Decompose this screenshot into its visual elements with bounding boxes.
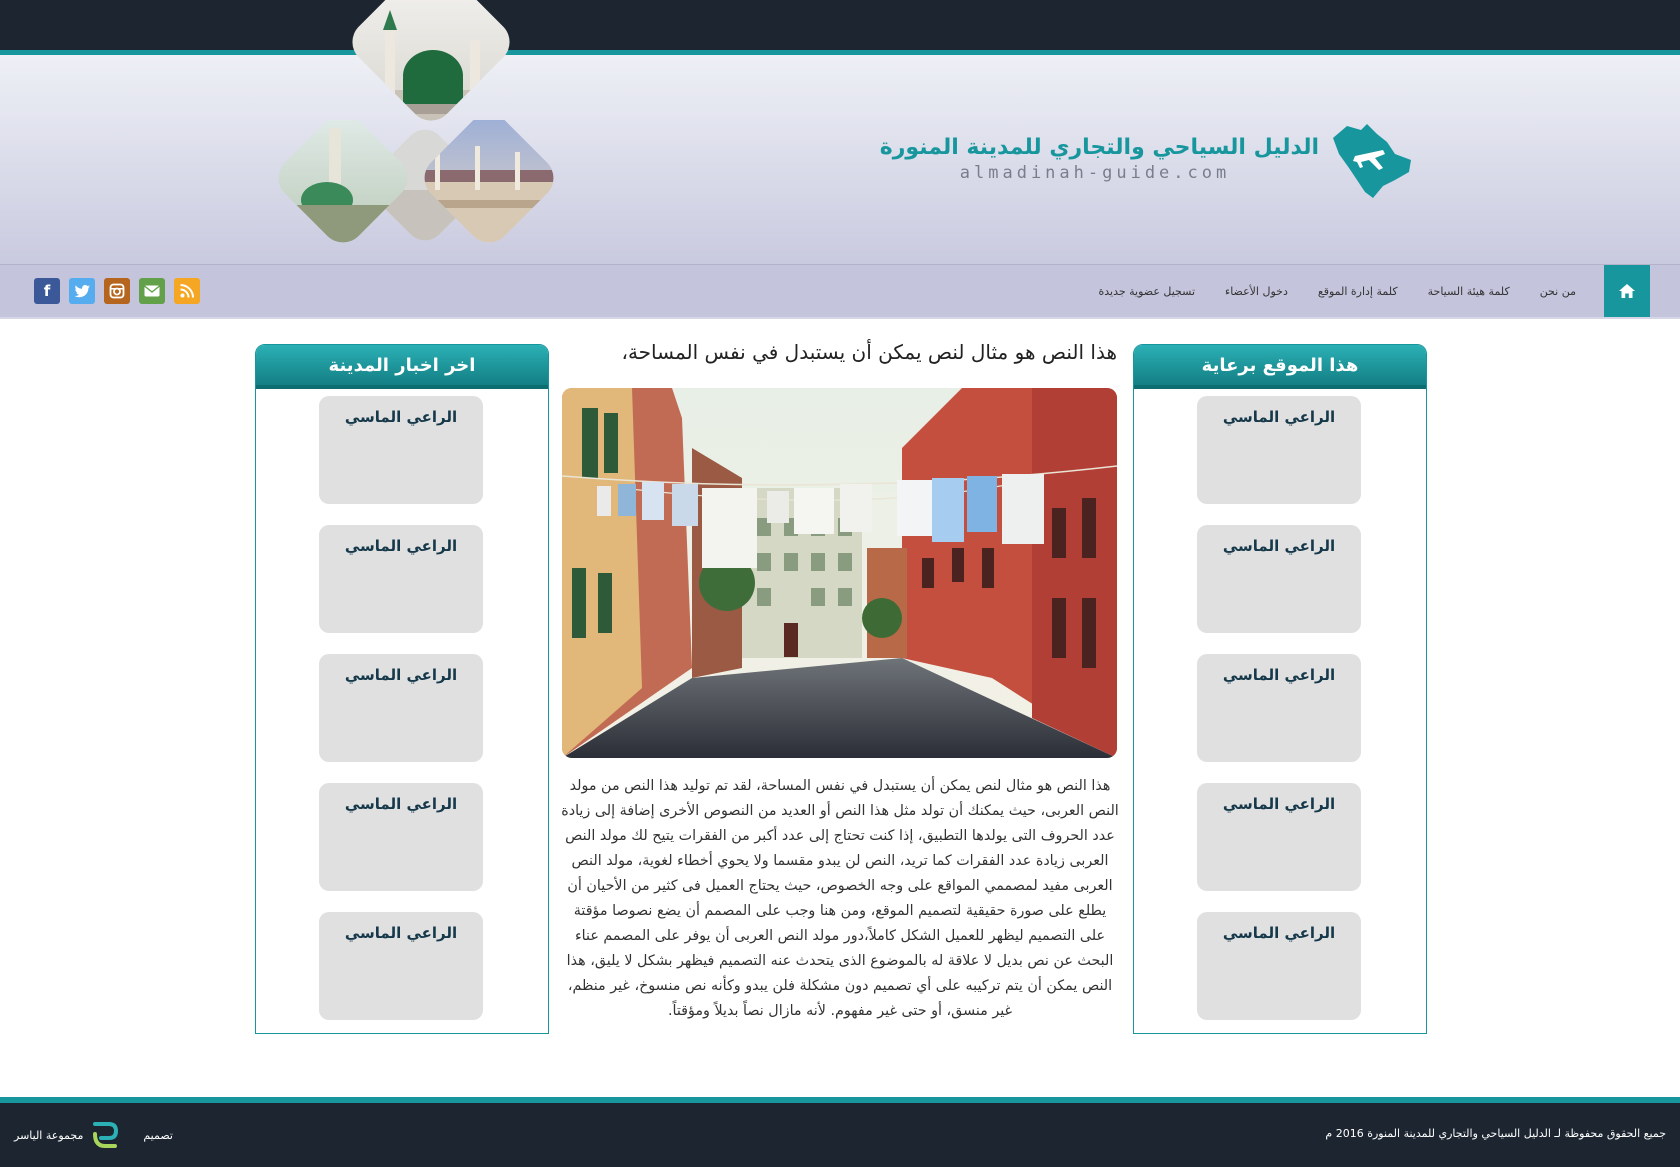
sponsor-card-title: الراعي الماسي: [1222, 666, 1336, 684]
article-body: هذا النص هو مثال لنص يمكن أن يستبدل في ن…: [561, 778, 1119, 1019]
sponsor-card[interactable]: الراعي الماسي: [1197, 654, 1361, 762]
city-news-panel-title: اخر اخبار المدينة: [256, 345, 548, 389]
main-navbar: من نحن كلمة هيئة السياحة كلمة إدارة المو…: [0, 264, 1680, 319]
news-card-title: الراعي الماسي: [344, 408, 458, 426]
news-card[interactable]: الراعي الماسي: [319, 783, 483, 891]
news-card-title: الراعي الماسي: [344, 924, 458, 942]
collage-photo-mosque-dome: [343, 0, 519, 130]
facebook-icon[interactable]: f: [34, 278, 60, 304]
sponsor-card[interactable]: الراعي الماسي: [1197, 396, 1361, 504]
home-button[interactable]: [1604, 265, 1650, 317]
home-icon: [1619, 284, 1635, 298]
news-card[interactable]: الراعي الماسي: [319, 525, 483, 633]
site-title: الدليل السياحي والتجاري للمدينة المنورة: [879, 135, 1319, 160]
design-label: تصميم: [143, 1128, 173, 1142]
site-domain: almadinah-guide.com: [959, 163, 1231, 183]
news-card[interactable]: الراعي الماسي: [319, 396, 483, 504]
footer-copyright: جميع الحقوق محفوظة لـ الدليل السياحي وال…: [1325, 1127, 1666, 1140]
instagram-icon[interactable]: [104, 278, 130, 304]
news-card[interactable]: الراعي الماسي: [319, 912, 483, 1020]
city-news-panel: اخر اخبار المدينة الراعي الماسي الراعي ا…: [255, 344, 549, 1034]
site-footer: جميع الحقوق محفوظة لـ الدليل السياحي وال…: [0, 1103, 1680, 1167]
nav-item-site-management[interactable]: كلمة إدارة الموقع: [1318, 285, 1398, 298]
sponsors-panel: هذا الموقع برعاية الراعي الماسي الراعي ا…: [1133, 344, 1427, 1034]
sponsors-panel-title: هذا الموقع برعاية: [1134, 345, 1426, 389]
header-photo-collage: [265, 0, 605, 265]
collage-photo-minaret: [269, 120, 417, 250]
sponsor-card-title: الراعي الماسي: [1222, 795, 1336, 813]
sponsor-card[interactable]: الراعي الماسي: [1197, 525, 1361, 633]
nav-item-register[interactable]: تسجيل عضوية جديدة: [1098, 285, 1195, 298]
news-card-title: الراعي الماسي: [344, 537, 458, 555]
rss-icon[interactable]: [174, 278, 200, 304]
nav-item-about[interactable]: من نحن: [1540, 285, 1576, 298]
top-bar: [0, 0, 1680, 50]
saudi-map-plane-icon: [1333, 124, 1411, 198]
sponsor-card[interactable]: الراعي الماسي: [1197, 783, 1361, 891]
news-card[interactable]: الراعي الماسي: [319, 654, 483, 762]
sponsor-card-title: الراعي الماسي: [1222, 924, 1336, 942]
designer-name: مجموعة الياسر: [14, 1128, 84, 1142]
site-logo[interactable]: الدليل السياحي والتجاري للمدينة المنورة …: [880, 60, 1415, 198]
article-title: هذا النص هو مثال لنص يمكن أن يستبدل في ن…: [621, 340, 1118, 364]
site-header: [0, 55, 1680, 264]
sponsor-card-title: الراعي الماسي: [1222, 537, 1336, 555]
email-icon[interactable]: [139, 278, 165, 304]
designer-logo-icon: [93, 1122, 119, 1148]
news-card-title: الراعي الماسي: [344, 666, 458, 684]
designer-credit[interactable]: مجموعة الياسر تصميم: [14, 1120, 173, 1150]
sponsor-card[interactable]: الراعي الماسي: [1197, 912, 1361, 1020]
article-image: [562, 388, 1117, 758]
twitter-icon[interactable]: [69, 278, 95, 304]
nav-item-tourism-authority[interactable]: كلمة هيئة السياحة: [1428, 285, 1510, 298]
nav-item-member-login[interactable]: دخول الأعضاء: [1225, 285, 1288, 298]
nav-menu: من نحن كلمة هيئة السياحة كلمة إدارة المو…: [1098, 265, 1576, 317]
social-links: f: [34, 278, 200, 304]
news-card-title: الراعي الماسي: [344, 795, 458, 813]
sponsor-card-title: الراعي الماسي: [1222, 408, 1336, 426]
